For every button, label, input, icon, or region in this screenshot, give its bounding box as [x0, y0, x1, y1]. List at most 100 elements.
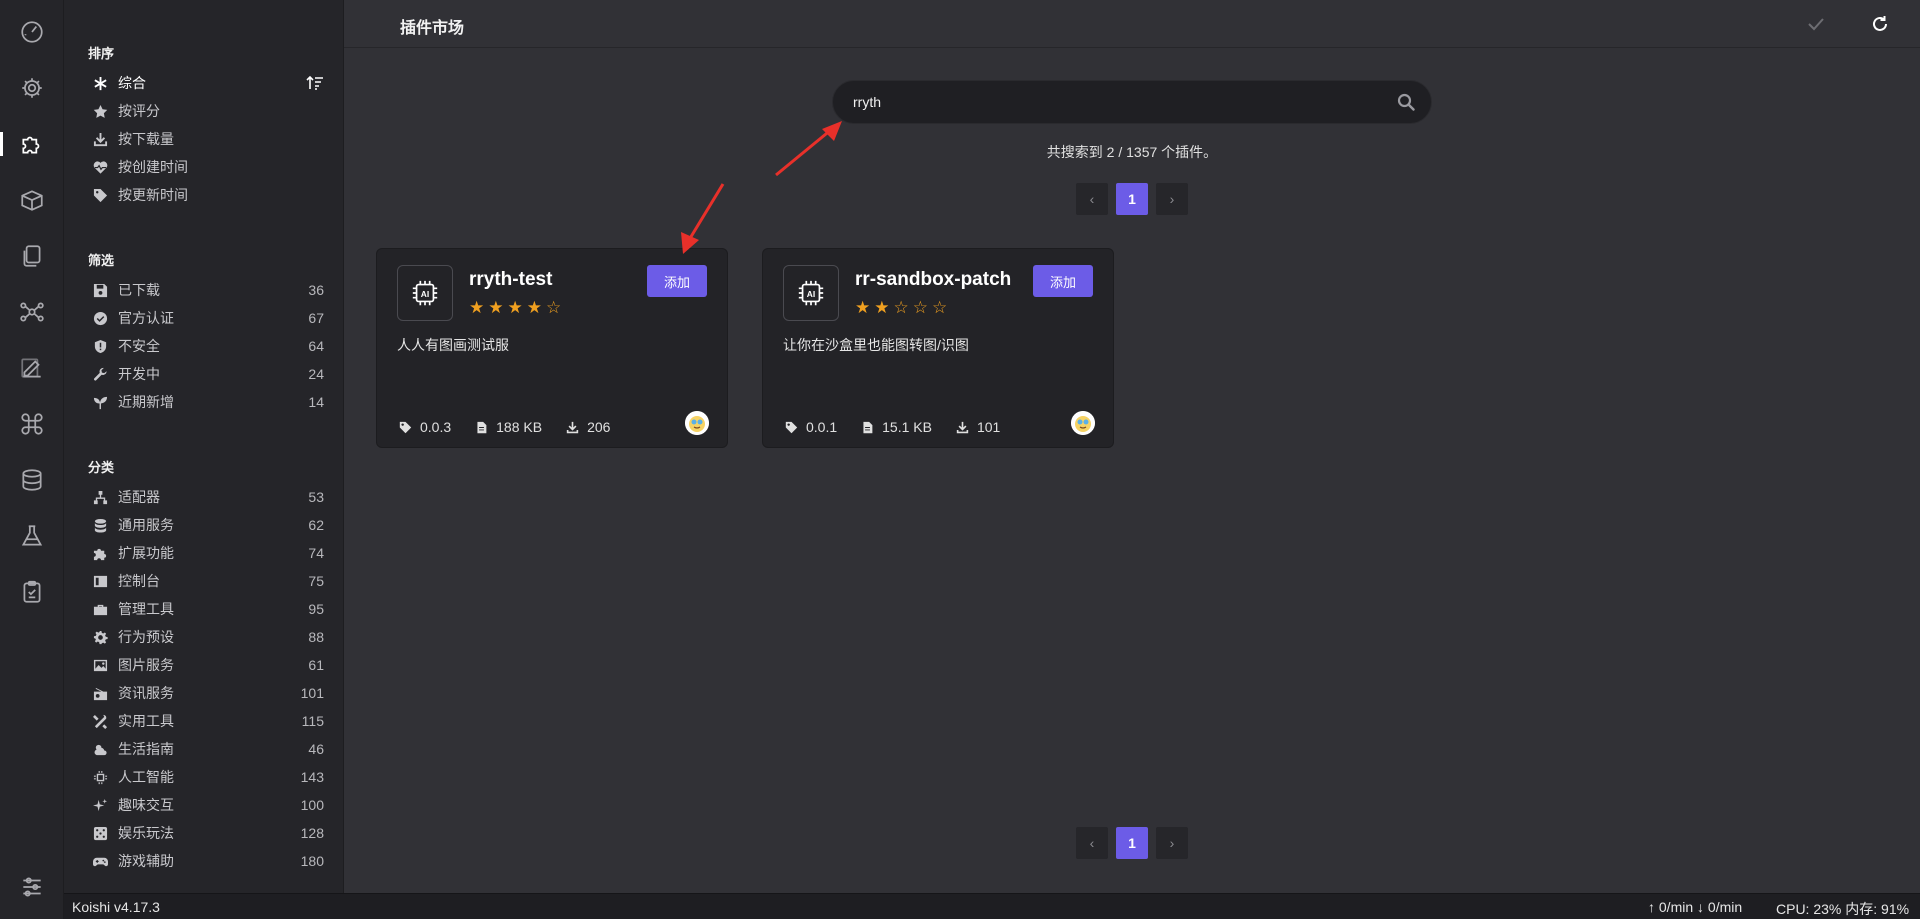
next-page-button[interactable]: › [1156, 183, 1188, 215]
sort-item-rating[interactable]: 按评分 [92, 99, 324, 123]
sort-item-label: 按下载量 [118, 131, 174, 147]
system-stats: CPU: 23% 内存: 91% [1776, 901, 1910, 917]
category-item-label: 控制台 [118, 573, 160, 589]
files-icon[interactable] [0, 234, 64, 278]
category-item-count: 95 [308, 601, 324, 617]
category-item[interactable]: 资讯服务 101 [92, 681, 324, 705]
flask-icon[interactable] [0, 514, 64, 558]
category-item[interactable]: 通用服务 62 [92, 513, 324, 537]
category-item-label: 人工智能 [118, 769, 174, 785]
edit-icon[interactable] [0, 346, 64, 390]
page-button-current[interactable]: 1 [1116, 183, 1148, 215]
plugin-size: 15.1 KB [882, 419, 932, 435]
filter-item-verified[interactable]: 官方认证 67 [92, 306, 324, 330]
filter-item-unsafe[interactable]: 不安全 64 [92, 334, 324, 358]
network-icon[interactable] [0, 290, 64, 334]
avatar[interactable] [685, 411, 709, 435]
add-button[interactable]: 添加 [647, 265, 707, 297]
plugin-description: 让你在沙盒里也能图转图/识图 [783, 337, 969, 353]
save-icon [92, 282, 108, 298]
sort-item-downloads[interactable]: 按下载量 [92, 127, 324, 151]
sliders-icon[interactable] [0, 865, 64, 909]
next-page-button[interactable]: › [1156, 827, 1188, 859]
sort-item-created[interactable]: 按创建时间 [92, 155, 324, 179]
prev-page-button[interactable]: ‹ [1076, 183, 1108, 215]
filter-item-developing[interactable]: 开发中 24 [92, 362, 324, 386]
search-box[interactable] [832, 80, 1432, 124]
sort-item-label: 按创建时间 [118, 159, 188, 175]
prev-page-button[interactable]: ‹ [1076, 827, 1108, 859]
search-input[interactable] [853, 81, 1373, 123]
category-item-count: 100 [300, 797, 324, 813]
puzzle-icon[interactable] [0, 122, 64, 166]
verified-icon [92, 310, 108, 326]
sort-order-icon[interactable] [306, 75, 324, 91]
category-item-label: 行为预设 [118, 629, 174, 645]
plugin-size: 188 KB [496, 419, 543, 435]
filter-item-recent[interactable]: 近期新增 14 [92, 390, 324, 414]
download-icon [956, 421, 969, 433]
tools-icon [92, 713, 108, 729]
category-item[interactable]: 扩展功能 74 [92, 541, 324, 565]
filter-item-label: 已下载 [118, 282, 160, 298]
avatar[interactable] [1071, 411, 1095, 435]
star-filled-icon: ★ [874, 298, 890, 317]
database-icon[interactable] [0, 458, 64, 502]
category-item-label: 娱乐玩法 [118, 825, 174, 841]
category-item[interactable]: 生活指南 46 [92, 737, 324, 761]
svg-text:AI: AI [807, 289, 815, 299]
filter-item-label: 不安全 [118, 338, 160, 354]
category-item[interactable]: 娱乐玩法 128 [92, 821, 324, 845]
toolbox-icon [92, 601, 108, 617]
category-item[interactable]: 行为预设 88 [92, 625, 324, 649]
sort-item-updated[interactable]: 按更新时间 [92, 183, 324, 207]
category-item-label: 趣味交互 [118, 797, 174, 813]
sort-item-overall[interactable]: 综合 [92, 71, 324, 95]
rating-stars: ★ ★ ☆ ☆ ☆ [855, 299, 947, 316]
plugin-name[interactable]: rryth-test [469, 269, 552, 291]
category-item-label: 游戏辅助 [118, 853, 174, 869]
category-section-title: 分类 [88, 460, 115, 475]
page-button-current[interactable]: 1 [1116, 827, 1148, 859]
category-item-label: 管理工具 [118, 601, 174, 617]
plugin-meta: 0.0.1 15.1 KB 101 [785, 419, 1024, 435]
category-item[interactable]: 游戏辅助 180 [92, 849, 324, 873]
category-item[interactable]: 趣味交互 100 [92, 793, 324, 817]
star-empty-icon: ☆ [546, 298, 562, 317]
clipboard-icon[interactable] [0, 570, 64, 614]
category-item[interactable]: 实用工具 115 [92, 709, 324, 733]
category-item-count: 115 [301, 713, 324, 729]
radio-icon [92, 685, 108, 701]
category-item-label: 适配器 [118, 489, 160, 505]
sparkles-icon [92, 797, 108, 813]
dashboard-icon[interactable] [0, 10, 64, 54]
category-item[interactable]: 图片服务 61 [92, 653, 324, 677]
category-item[interactable]: 适配器 53 [92, 485, 324, 509]
filter-item-downloaded[interactable]: 已下载 36 [92, 278, 324, 302]
puzzle-icon [92, 545, 108, 561]
plugin-name[interactable]: rr-sandbox-patch [855, 269, 1011, 291]
search-icon[interactable] [1397, 93, 1415, 111]
category-item[interactable]: 管理工具 95 [92, 597, 324, 621]
category-item-count: 128 [300, 825, 324, 841]
plugin-card[interactable]: AI rryth-test ★ ★ ★ ★ ☆ 添加 人人有图画测试服 0.0.… [376, 248, 728, 448]
category-item-label: 图片服务 [118, 657, 174, 673]
category-item[interactable]: 控制台 75 [92, 569, 324, 593]
category-item-count: 75 [308, 573, 324, 589]
command-icon[interactable] [0, 402, 64, 446]
shield-warning-icon [92, 338, 108, 354]
sort-item-label: 综合 [118, 75, 146, 91]
category-item-count: 143 [300, 769, 324, 785]
category-item[interactable]: 人工智能 143 [92, 765, 324, 789]
plugin-card[interactable]: AI rr-sandbox-patch ★ ★ ☆ ☆ ☆ 添加 让你在沙盒里也… [762, 248, 1114, 448]
wrench-icon [92, 366, 108, 382]
package-icon[interactable] [0, 178, 64, 222]
category-item-label: 实用工具 [118, 713, 174, 729]
pagination-top: ‹ 1 › [1076, 183, 1188, 215]
gear-icon[interactable] [0, 66, 64, 110]
plugin-version: 0.0.3 [420, 419, 452, 435]
check-icon[interactable] [1804, 12, 1828, 36]
star-filled-icon: ★ [469, 298, 485, 317]
add-button[interactable]: 添加 [1033, 265, 1093, 297]
refresh-icon[interactable] [1868, 12, 1892, 36]
